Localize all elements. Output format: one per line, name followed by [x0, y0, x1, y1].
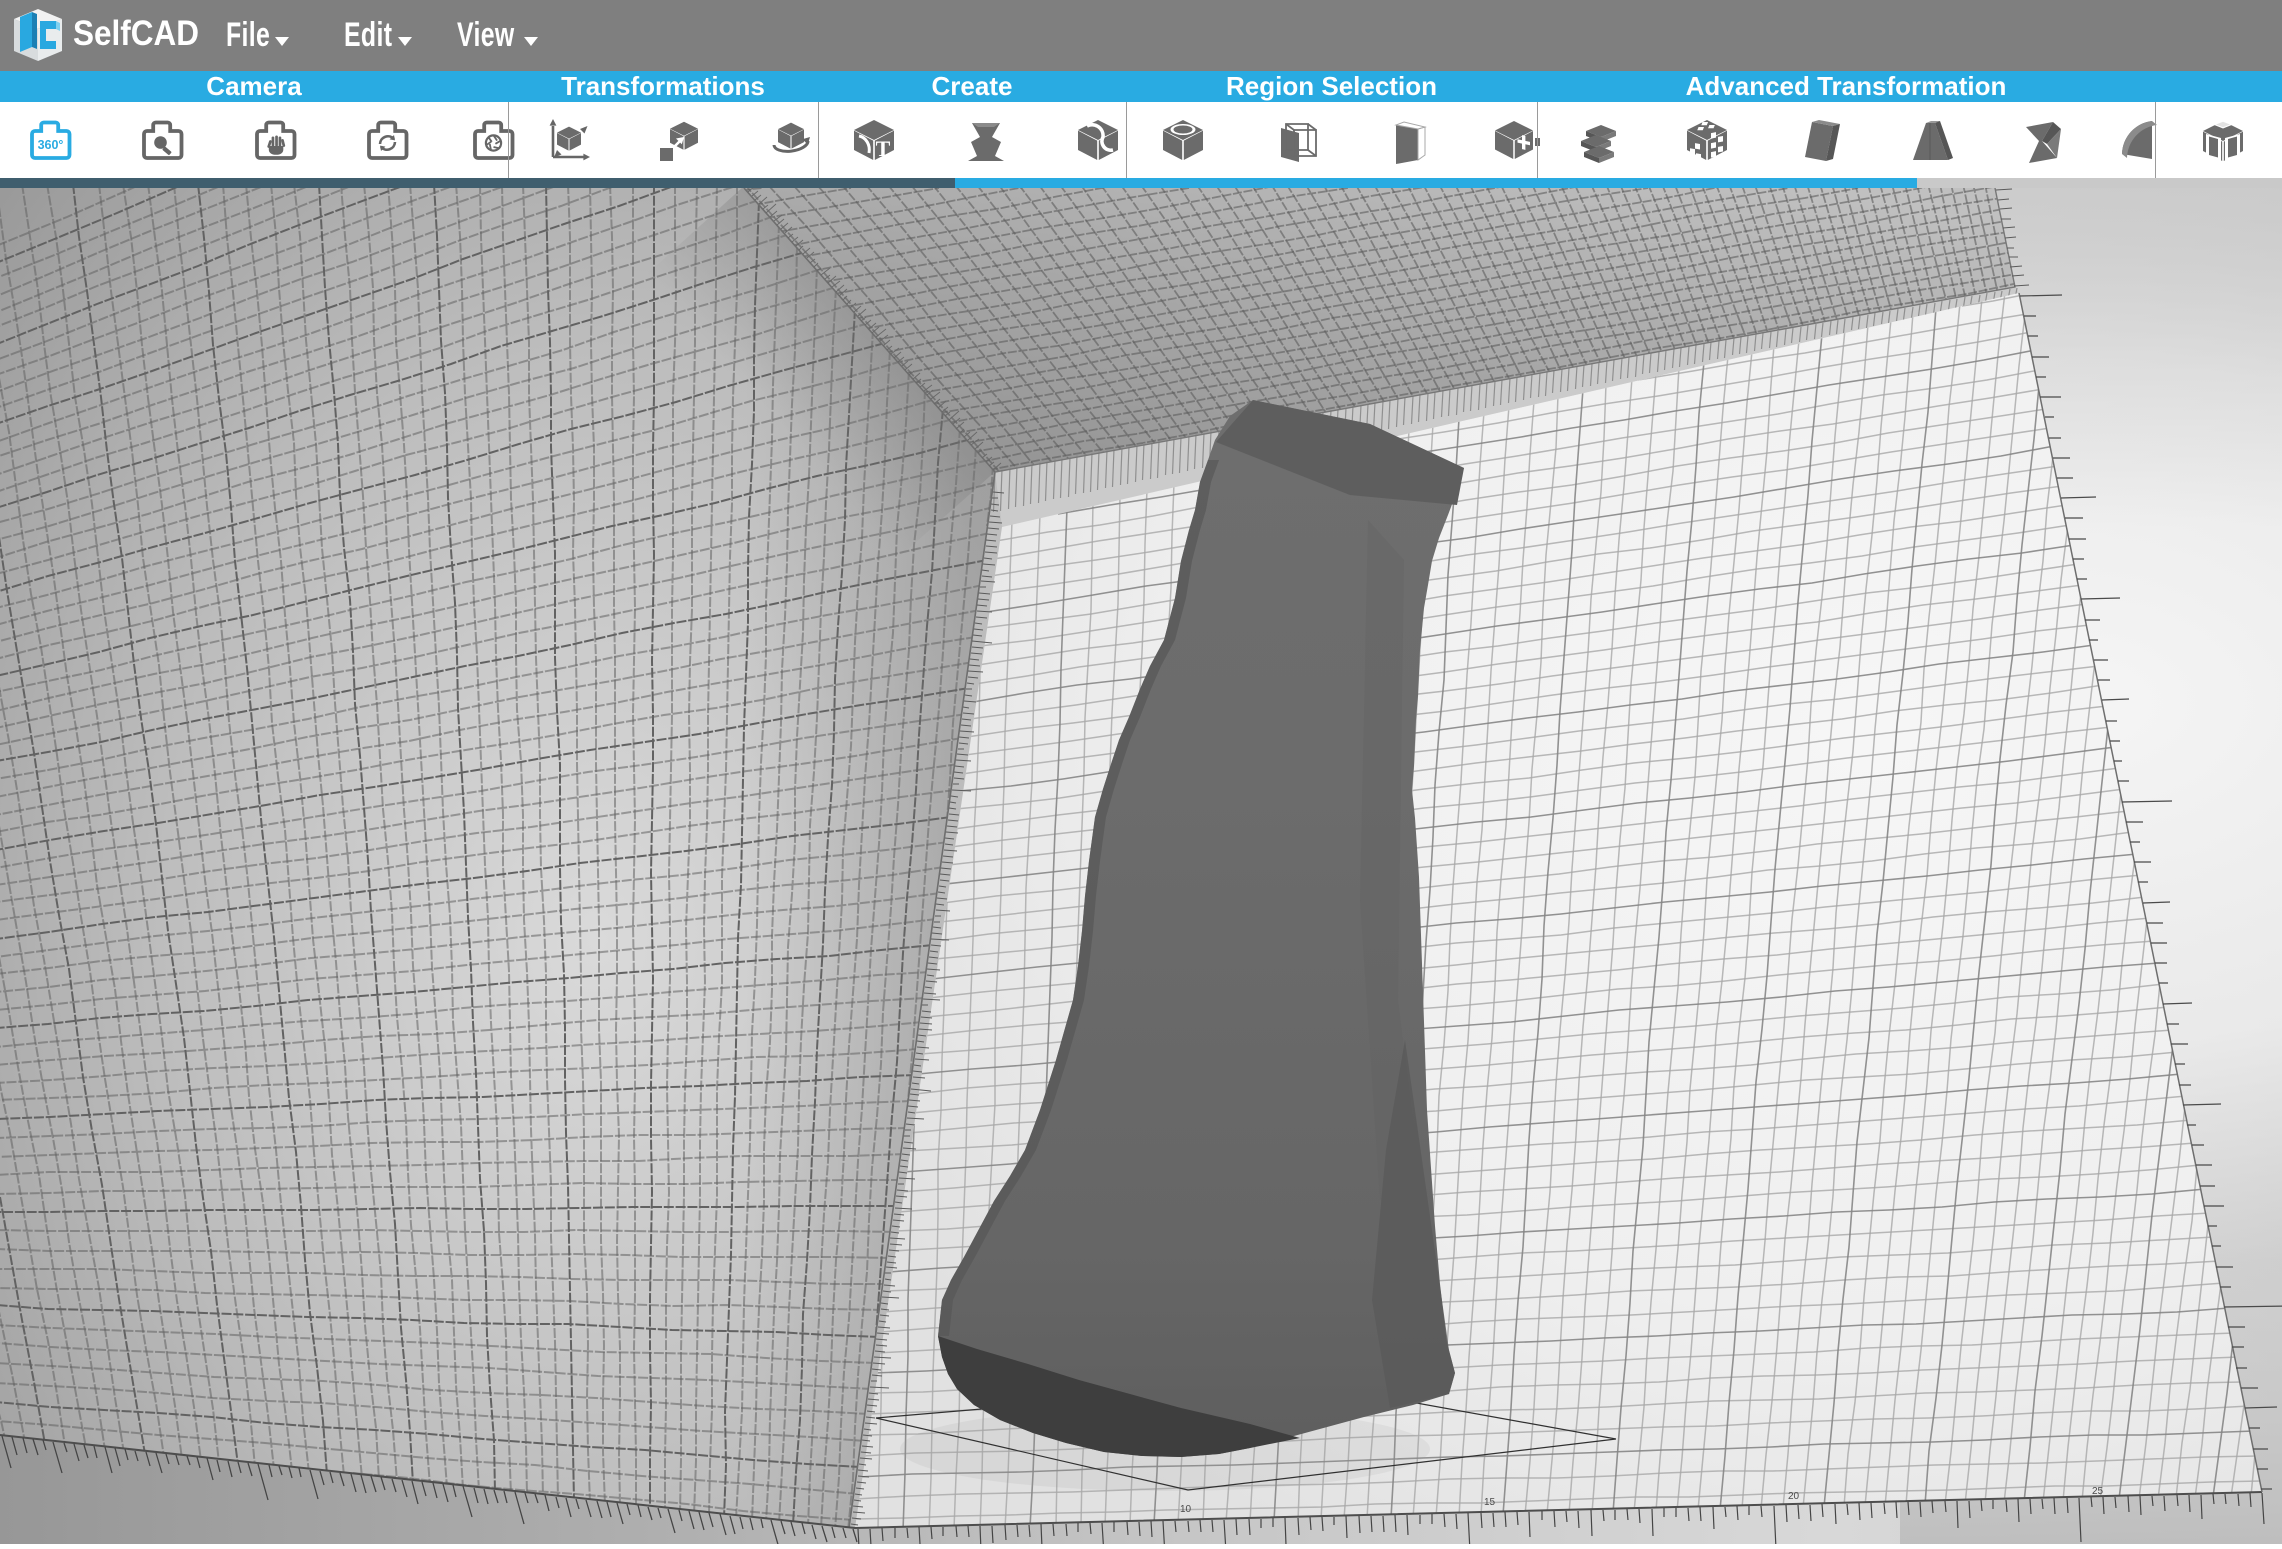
svg-text:20: 20 — [1788, 1491, 1800, 1502]
svg-text:T: T — [876, 136, 891, 161]
svg-text:360°: 360° — [38, 138, 64, 152]
svg-text:10: 10 — [1180, 1504, 1192, 1515]
svg-text:25: 25 — [2092, 1486, 2104, 1497]
svg-text:15: 15 — [1484, 1497, 1496, 1508]
